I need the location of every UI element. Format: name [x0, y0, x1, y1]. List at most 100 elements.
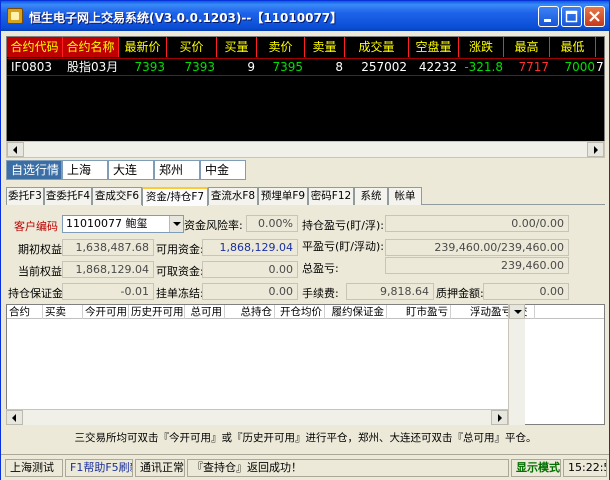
- status-bar: 上海测试 F1帮助F5刷新 通讯正常 『查持仓』返回成功！ 显示模式 15:22…: [1, 454, 609, 480]
- available-value: 1,868,129.04: [202, 239, 298, 256]
- col-contract-name[interactable]: 合约名称: [63, 37, 119, 57]
- tab-preset-orders[interactable]: 预埋单F9: [258, 187, 308, 205]
- cell-low: 7000: [564, 60, 595, 74]
- window-title: 恒生电子网上交易系统(V3.0.0.1203)--【11010077】: [29, 11, 343, 25]
- col-bid-price[interactable]: 买价: [167, 37, 217, 57]
- scroll-down-button[interactable]: [509, 304, 525, 319]
- tab-password[interactable]: 密码F12: [308, 187, 354, 205]
- pledge-label: 质押金额:: [436, 287, 484, 300]
- close-pl-label: 平盈亏(盯/浮动):: [302, 240, 384, 253]
- cell-last: 7393: [134, 60, 165, 74]
- customer-select[interactable]: 11010077 鲍玺: [62, 215, 184, 233]
- col-total-avail[interactable]: 总可用: [185, 305, 225, 319]
- dropdown-button[interactable]: [169, 216, 183, 232]
- tab-query-orders[interactable]: 查委托F4: [44, 187, 92, 205]
- scroll-left-button[interactable]: [7, 142, 24, 157]
- frozen-value: 0.00: [202, 283, 298, 300]
- positions-vscrollbar[interactable]: [508, 304, 525, 425]
- col-float-pl[interactable]: 浮动盈亏: [451, 305, 515, 319]
- cell-name: 股指03月: [67, 60, 119, 74]
- fee-label: 手续费:: [302, 287, 339, 300]
- fee-value: 9,818.64: [346, 283, 434, 300]
- init-equity-value: 1,638,487.68: [62, 239, 154, 256]
- col-open-interest[interactable]: 空盘量: [409, 37, 459, 57]
- total-pl-value: 239,460.00: [385, 257, 569, 274]
- scroll-right-button[interactable]: [587, 142, 604, 157]
- quote-header: 合约代码 合约名称 最新价 买价 买量 卖价 卖量 成交量 空盘量 涨跌 最高 …: [7, 37, 604, 57]
- positions-hscrollbar[interactable]: [6, 409, 508, 425]
- main-window: 恒生电子网上交易系统(V3.0.0.1203)--【11010077】 合约代码…: [0, 0, 610, 480]
- col-last-price[interactable]: 最新价: [119, 37, 167, 57]
- cur-equity-label: 当前权益: [18, 265, 62, 278]
- col-ask-volume[interactable]: 卖量: [305, 37, 345, 57]
- tab-zhengzhou[interactable]: 郑州: [154, 160, 200, 180]
- arrow-right-icon: [498, 414, 502, 422]
- col-ask-price[interactable]: 卖价: [257, 37, 305, 57]
- col-today-avail[interactable]: 今开可用: [83, 305, 129, 319]
- pledge-value: 0.00: [483, 283, 569, 300]
- app-icon: [7, 8, 23, 24]
- arrow-right-icon: [594, 146, 598, 154]
- tab-order[interactable]: 委托F3: [6, 187, 44, 205]
- scroll-right-button[interactable]: [491, 410, 508, 425]
- status-time: 15:22:59: [563, 459, 607, 477]
- cell-extra: 77: [596, 60, 604, 74]
- col-mtm-pl[interactable]: 盯市盈亏: [387, 305, 451, 319]
- cell-volume: 257002: [361, 60, 407, 74]
- quote-grid[interactable]: 合约代码 合约名称 最新价 买价 买量 卖价 卖量 成交量 空盘量 涨跌 最高 …: [6, 36, 605, 158]
- col-bid-volume[interactable]: 买量: [217, 37, 257, 57]
- col-contract-code[interactable]: 合约代码: [7, 37, 63, 57]
- customer-label: 客户编码: [14, 220, 58, 233]
- withdraw-label: 可取资金:: [156, 265, 204, 278]
- status-message: 『查持仓』返回成功！: [187, 459, 509, 477]
- tab-system[interactable]: 系统: [354, 187, 388, 205]
- minimize-icon: [544, 19, 551, 22]
- margin-label: 持仓保证金: [8, 287, 63, 300]
- status-help: F1帮助F5刷新: [65, 459, 133, 477]
- cell-code: IF0803: [11, 60, 52, 74]
- customer-value: 11010077 鲍玺: [66, 217, 148, 230]
- col-low[interactable]: 最低: [550, 37, 596, 57]
- risk-label: 资金风险率:: [184, 219, 243, 232]
- tab-watchlist[interactable]: 自选行情: [6, 160, 62, 180]
- col-open-avg[interactable]: 开仓均价: [275, 305, 325, 319]
- close-button[interactable]: [584, 6, 605, 27]
- maximize-icon: [565, 10, 578, 23]
- tab-funds-positions[interactable]: 资金/持仓F7: [142, 187, 208, 206]
- quote-row[interactable]: IF0803 股指03月 7393 7393 9 7395 8 257002 4…: [7, 58, 604, 76]
- risk-value: 0.00%: [246, 215, 298, 232]
- tab-query-flow[interactable]: 查流水F8: [208, 187, 258, 205]
- minimize-button[interactable]: [538, 6, 559, 27]
- quote-hscrollbar[interactable]: [6, 141, 605, 158]
- col-change[interactable]: 涨跌: [459, 37, 504, 57]
- tab-query-trades[interactable]: 查成交F6: [92, 187, 142, 205]
- col-hist-avail[interactable]: 历史开可用: [129, 305, 185, 319]
- title-bar[interactable]: 恒生电子网上交易系统(V3.0.0.1203)--【11010077】: [1, 1, 609, 31]
- col-high[interactable]: 最高: [504, 37, 550, 57]
- maximize-button[interactable]: [561, 6, 582, 27]
- tab-shanghai[interactable]: 上海: [62, 160, 108, 180]
- tab-statement[interactable]: 帐单: [388, 187, 422, 205]
- tab-dalian[interactable]: 大连: [108, 160, 154, 180]
- cell-bid-vol: 9: [247, 60, 255, 74]
- status-mode[interactable]: 显示模式: [511, 459, 561, 477]
- cell-bid: 7393: [184, 60, 215, 74]
- account-panel: 客户编码 11010077 鲍玺 资金风险率: 0.00% 持仓盈亏(盯/浮):…: [6, 206, 605, 304]
- cur-equity-value: 1,868,129.04: [62, 261, 154, 278]
- arrow-left-icon: [12, 414, 16, 422]
- pos-pl-label: 持仓盈亏(盯/浮):: [302, 219, 384, 232]
- cell-ask: 7395: [272, 60, 303, 74]
- function-tabs: 委托F3 查委托F4 查成交F6 资金/持仓F7 查流水F8 预埋单F9 密码F…: [6, 187, 605, 206]
- col-contract[interactable]: 合约: [7, 305, 43, 319]
- scroll-left-button[interactable]: [6, 410, 23, 425]
- col-total-pos[interactable]: 总持仓: [225, 305, 275, 319]
- withdraw-value: 0.00: [202, 261, 298, 278]
- arrow-left-icon: [13, 146, 17, 154]
- col-volume[interactable]: 成交量: [345, 37, 409, 57]
- total-pl-label: 总盈亏:: [302, 262, 339, 275]
- col-side[interactable]: 买卖: [43, 305, 83, 319]
- available-label: 可用资金:: [156, 243, 204, 256]
- col-margin[interactable]: 履约保证金: [325, 305, 387, 319]
- chevron-down-icon: [173, 222, 181, 226]
- tab-cffex[interactable]: 中金: [200, 160, 246, 180]
